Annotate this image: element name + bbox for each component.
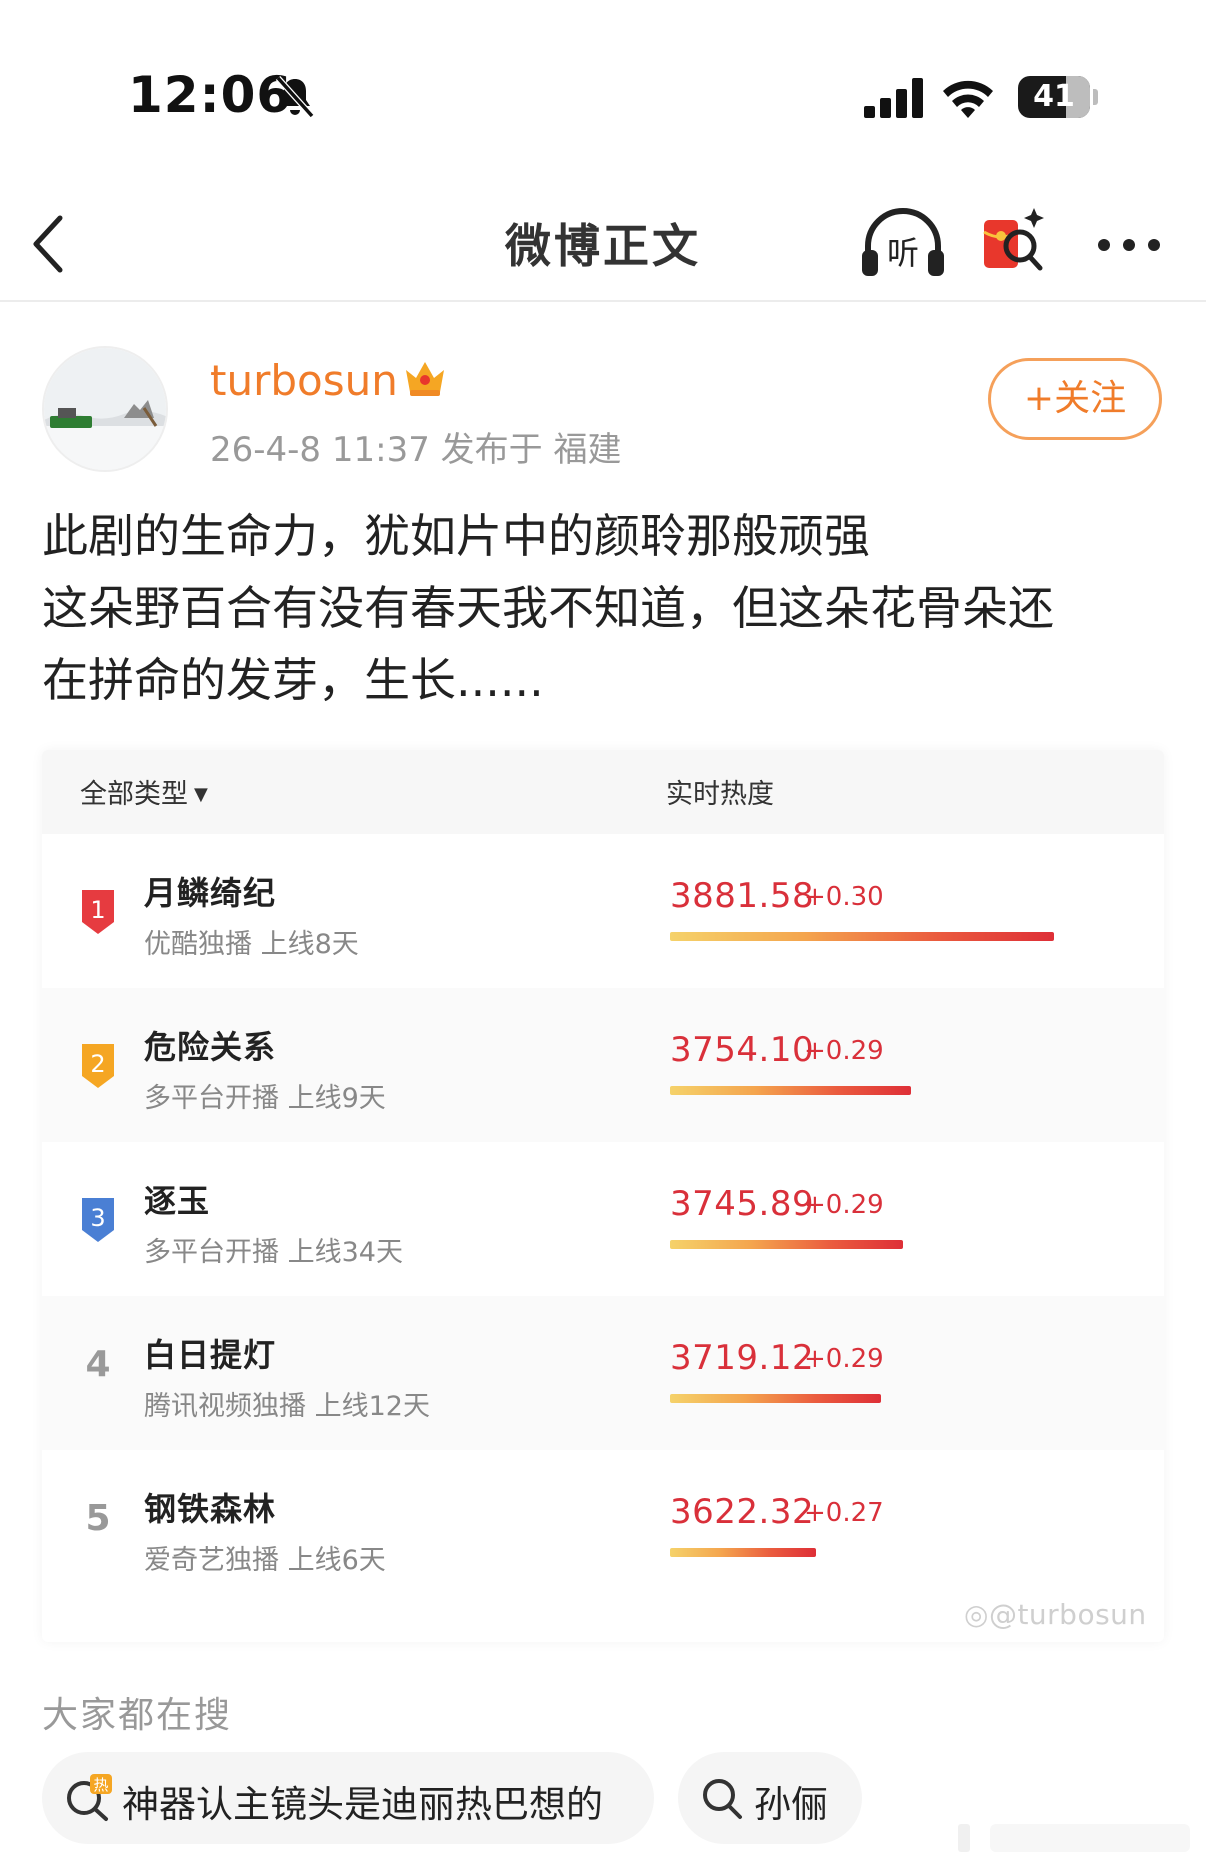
caret-down-icon: ▼ [194,784,208,805]
heat-delta: +0.27 [804,1498,884,1528]
show-title: 逐玉 [144,1182,211,1220]
wifi-icon [943,80,993,118]
svg-text:听: 听 [887,234,919,272]
status-time: 12:06 [128,66,293,124]
post-line: 此剧的生命力，犹如片中的颜聆那般顽强 [42,509,870,563]
heat-bar [670,1394,881,1403]
crown-badge-icon [406,362,444,396]
show-title: 白日提灯 [144,1336,277,1374]
rank-number: 5 [85,1498,111,1539]
post-line: 这朵野百合有没有春天我不知道，但这朵花骨朵还 [42,581,1054,635]
bell-muted-icon [275,75,315,119]
ranking-row[interactable]: 2 危险关系 多平台开播 上线9天 3754.10 +0.29 [42,988,1164,1142]
show-subtitle: 优酷独播 上线8天 [144,929,359,960]
svg-text:3: 3 [90,1204,105,1232]
post-line: 在拼命的发芽，生长...... [42,653,544,707]
heat-value: 3754.10 [670,1030,815,1070]
rank-badge-icon: 2 [82,1044,114,1088]
svg-text:热: 热 [93,1776,108,1794]
status-bar: 12:06 41 [0,0,1206,190]
heat-bar [670,1086,911,1095]
search-section-title: 大家都在搜 [42,1695,233,1736]
partial-chip-edge [958,1824,1190,1852]
red-packet-search-icon[interactable] [980,202,1050,286]
heat-value: 3881.58 [670,876,815,916]
search-chip-label: 神器认主镜头是迪丽热巴想的 [122,1783,603,1826]
heat-column-header: 实时热度 [666,779,774,810]
show-subtitle: 多平台开播 上线34天 [144,1237,403,1268]
heat-delta: +0.29 [804,1344,884,1374]
show-subtitle: 腾讯视频独播 上线12天 [144,1391,430,1422]
ranking-card[interactable]: 全部类型 ▼ 实时热度 1 月鳞绮纪 优酷独播 上线8天 3881.58 +0.3… [42,750,1164,1642]
more-options-icon[interactable] [1096,230,1162,260]
author-name[interactable]: turbosun [210,356,398,405]
rank-number: 4 [85,1344,111,1385]
ranking-row[interactable]: 3 逐玉 多平台开播 上线34天 3745.89 +0.29 [42,1142,1164,1296]
ranking-header: 全部类型 ▼ 实时热度 [42,750,1164,834]
hot-search-icon: 热 [67,1774,112,1821]
search-chip[interactable]: 热 神器认主镜头是迪丽热巴想的 [42,1752,654,1844]
show-title: 危险关系 [144,1028,277,1066]
weibo-logo-icon: ◎ [964,1598,989,1631]
search-chip-label: 孙俪 [754,1783,828,1826]
show-title: 钢铁森林 [144,1490,277,1528]
show-subtitle: 多平台开播 上线9天 [144,1083,386,1114]
battery-icon: 41 [1018,76,1098,118]
show-title: 月鳞绮纪 [144,874,277,912]
rank-badge-icon: 3 [82,1198,114,1242]
ranking-row[interactable]: 4 白日提灯 腾讯视频独播 上线12天 3719.12 +0.29 [42,1296,1164,1450]
heat-delta: +0.29 [804,1190,884,1220]
heat-bar [670,1548,816,1557]
cellular-signal-icon [864,78,923,118]
post-meta: 26-4-8 11:37 发布于 福建 [210,430,622,470]
post-content: 此剧的生命力，犹如片中的颜聆那般顽强 这朵野百合有没有春天我不知道，但这朵花骨朵… [42,500,1172,716]
rank-badge-icon: 1 [82,890,114,934]
search-icon [703,1779,742,1819]
heat-bar [670,1240,903,1249]
heat-delta: +0.30 [804,882,884,912]
nav-bar: 微博正文 听 [0,190,1206,302]
type-filter[interactable]: 全部类型 ▼ [80,772,208,811]
type-filter-label: 全部类型 [80,779,188,810]
battery-level: 41 [1033,79,1075,114]
show-subtitle: 爱奇艺独播 上线6天 [144,1545,386,1576]
heat-bar [670,932,1054,941]
svg-text:1: 1 [90,896,105,924]
heat-value: 3719.12 [670,1338,815,1378]
heat-value: 3745.89 [670,1184,815,1224]
svg-text:2: 2 [90,1050,105,1078]
search-chip[interactable]: 孙俪 [678,1752,862,1844]
ranking-row[interactable]: 5 钢铁森林 爱奇艺独播 上线6天 3622.32 +0.27 [42,1450,1164,1604]
author-avatar[interactable] [42,346,168,472]
heat-delta: +0.29 [804,1036,884,1066]
watermark-text: @turbosun [988,1598,1147,1631]
heat-value: 3622.32 [670,1492,815,1532]
ranking-row[interactable]: 1 月鳞绮纪 优酷独播 上线8天 3881.58 +0.30 [42,834,1164,988]
follow-button[interactable]: +关注 [988,358,1162,440]
weibo-watermark: ◎@turbosun [964,1598,1147,1631]
listen-headphones-icon[interactable]: 听 [858,202,948,286]
